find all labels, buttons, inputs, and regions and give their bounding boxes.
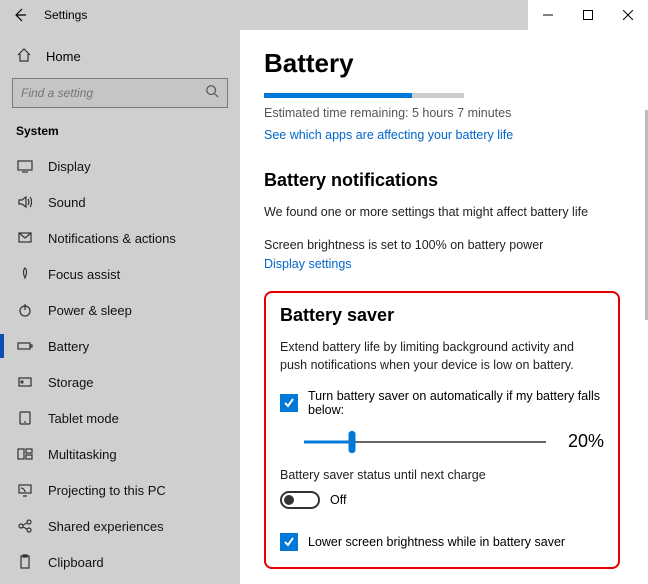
page-title: Battery xyxy=(264,48,620,79)
slider-fill xyxy=(304,440,352,443)
sidebar-category: System xyxy=(16,124,228,138)
sidebar-item-focus-assist[interactable]: Focus assist xyxy=(0,256,240,292)
saver-status-toggle[interactable] xyxy=(280,491,320,509)
multitasking-icon xyxy=(16,445,34,463)
close-icon xyxy=(623,10,633,20)
window-title: Settings xyxy=(40,8,87,22)
sidebar-item-tablet-mode[interactable]: Tablet mode xyxy=(0,400,240,436)
sidebar-item-label: Multitasking xyxy=(48,447,117,462)
sidebar-item-label: Storage xyxy=(48,375,94,390)
tablet-icon xyxy=(16,409,34,427)
battery-progress xyxy=(264,93,464,98)
lower-brightness-row: Lower screen brightness while in battery… xyxy=(280,533,604,551)
body: Home System Display Sound Notifications … xyxy=(0,30,648,584)
battery-saver-desc: Extend battery life by limiting backgrou… xyxy=(280,338,604,376)
auto-saver-row: Turn battery saver on automatically if m… xyxy=(280,389,604,417)
threshold-value: 20% xyxy=(564,431,604,452)
maximize-button[interactable] xyxy=(568,0,608,30)
auto-saver-checkbox[interactable] xyxy=(280,394,298,412)
home-label: Home xyxy=(46,49,81,64)
sidebar-item-label: Display xyxy=(48,159,91,174)
brightness-text: Screen brightness is set to 100% on batt… xyxy=(264,236,620,255)
shared-experiences-icon xyxy=(16,517,34,535)
sidebar-item-label: Projecting to this PC xyxy=(48,483,166,498)
arrow-left-icon xyxy=(12,7,28,23)
display-icon xyxy=(16,157,34,175)
sidebar-item-sound[interactable]: Sound xyxy=(0,184,240,220)
close-button[interactable] xyxy=(608,0,648,30)
auto-saver-label: Turn battery saver on automatically if m… xyxy=(308,389,604,417)
battery-notifications-heading: Battery notifications xyxy=(264,170,620,191)
sidebar-item-label: Tablet mode xyxy=(48,411,119,426)
check-icon xyxy=(283,536,295,548)
sidebar-item-projecting[interactable]: Projecting to this PC xyxy=(0,472,240,508)
lower-brightness-label: Lower screen brightness while in battery… xyxy=(308,535,565,549)
projecting-icon xyxy=(16,481,34,499)
toggle-knob xyxy=(284,495,294,505)
sidebar-item-power-sleep[interactable]: Power & sleep xyxy=(0,292,240,328)
focus-assist-icon xyxy=(16,265,34,283)
titlebar: Settings xyxy=(0,0,648,30)
apps-affecting-link[interactable]: See which apps are affecting your batter… xyxy=(264,128,513,142)
threshold-slider[interactable] xyxy=(304,432,546,452)
battery-saver-highlight: Battery saver Extend battery life by lim… xyxy=(264,291,620,569)
battery-icon xyxy=(16,337,34,355)
content: Battery Estimated time remaining: 5 hour… xyxy=(240,30,648,584)
sidebar-item-label: Sound xyxy=(48,195,86,210)
sidebar-item-battery[interactable]: Battery xyxy=(0,328,240,364)
titlebar-left: Settings xyxy=(0,0,87,30)
clipboard-icon xyxy=(16,553,34,571)
notifications-icon xyxy=(16,229,34,247)
sidebar-home[interactable]: Home xyxy=(12,38,228,74)
sidebar-item-display[interactable]: Display xyxy=(0,148,240,184)
sidebar-item-label: Clipboard xyxy=(48,555,104,570)
sidebar-item-shared-experiences[interactable]: Shared experiences xyxy=(0,508,240,544)
display-settings-link[interactable]: Display settings xyxy=(264,257,352,271)
saver-status-label: Battery saver status until next charge xyxy=(280,466,604,485)
sidebar-item-label: Focus assist xyxy=(48,267,120,282)
search-input[interactable] xyxy=(21,86,205,100)
notifications-found-text: We found one or more settings that might… xyxy=(264,203,620,222)
minimize-icon xyxy=(543,10,553,20)
sidebar-item-label: Notifications & actions xyxy=(48,231,176,246)
search-box[interactable] xyxy=(12,78,228,108)
sidebar-item-storage[interactable]: Storage xyxy=(0,364,240,400)
sidebar-item-label: Shared experiences xyxy=(48,519,164,534)
sidebar-item-label: Battery xyxy=(48,339,89,354)
threshold-slider-row: 20% xyxy=(304,431,604,452)
back-button[interactable] xyxy=(0,0,40,30)
storage-icon xyxy=(16,373,34,391)
maximize-icon xyxy=(583,10,593,20)
sidebar-nav: Display Sound Notifications & actions Fo… xyxy=(0,148,240,580)
sidebar-item-notifications[interactable]: Notifications & actions xyxy=(0,220,240,256)
sound-icon xyxy=(16,193,34,211)
home-icon xyxy=(16,47,32,66)
battery-progress-fill xyxy=(264,93,412,98)
minimize-button[interactable] xyxy=(528,0,568,30)
search-icon xyxy=(205,84,219,103)
estimated-time-label: Estimated time remaining: 5 hours 7 minu… xyxy=(264,106,620,120)
slider-thumb[interactable] xyxy=(349,431,356,453)
settings-window: Settings Home System Display Sound Notif… xyxy=(0,0,648,584)
check-icon xyxy=(283,397,295,409)
sidebar-item-multitasking[interactable]: Multitasking xyxy=(0,436,240,472)
battery-saver-heading: Battery saver xyxy=(280,305,604,326)
power-icon xyxy=(16,301,34,319)
sidebar: Home System Display Sound Notifications … xyxy=(0,30,240,584)
sidebar-item-label: Power & sleep xyxy=(48,303,132,318)
window-controls xyxy=(528,0,648,30)
lower-brightness-checkbox[interactable] xyxy=(280,533,298,551)
content-scroll: Battery Estimated time remaining: 5 hour… xyxy=(240,30,642,584)
saver-status-state: Off xyxy=(330,493,346,507)
sidebar-item-clipboard[interactable]: Clipboard xyxy=(0,544,240,580)
saver-status-toggle-row: Off xyxy=(280,491,604,509)
